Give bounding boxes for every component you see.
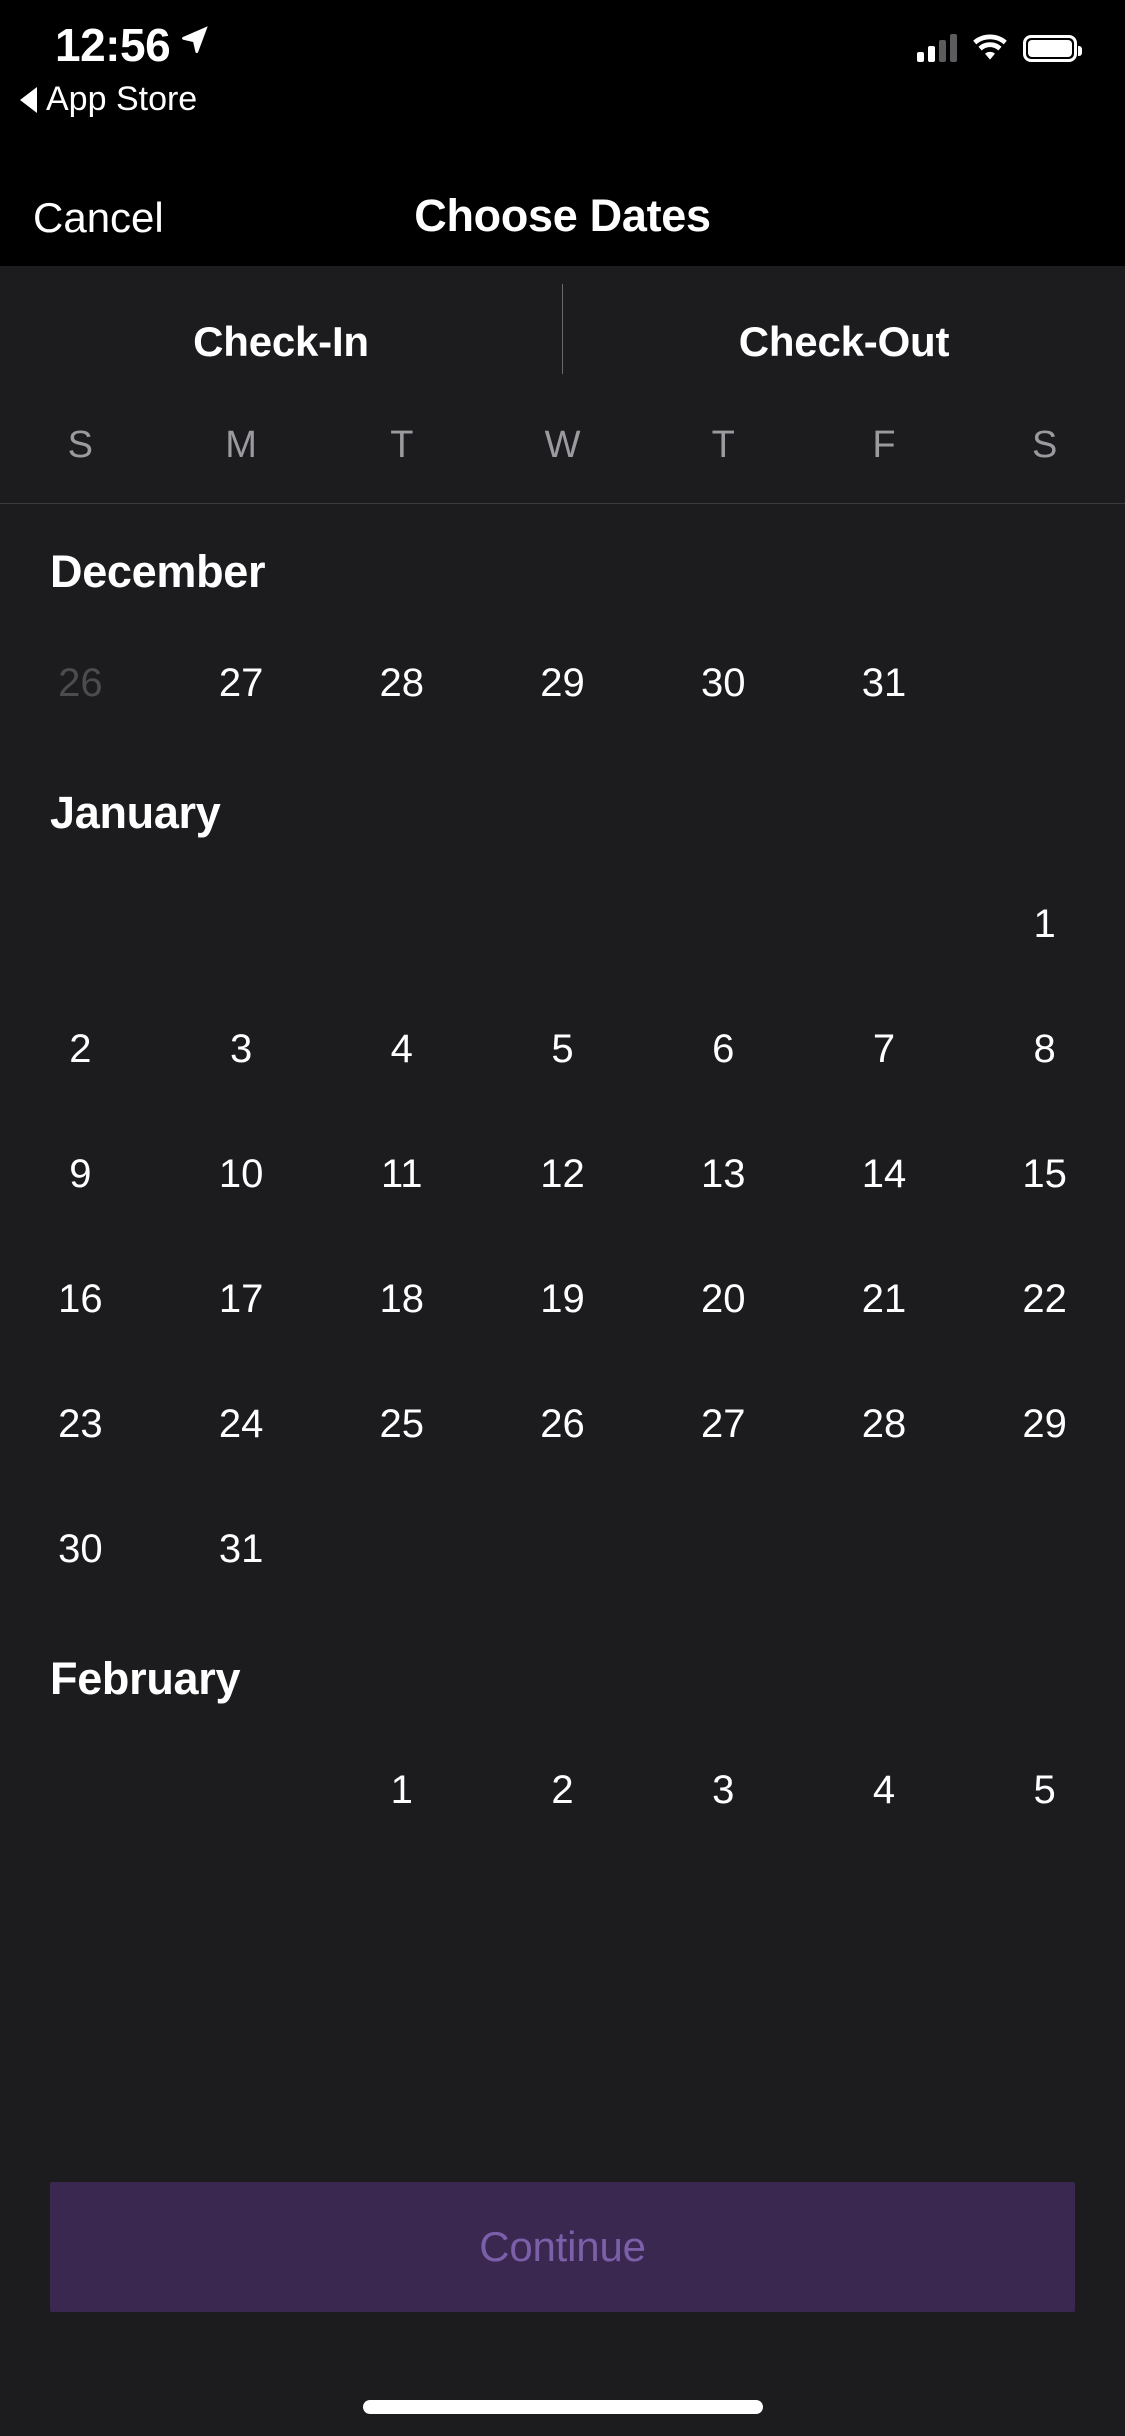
day-cell[interactable]: 1 [964,904,1125,944]
day-cell[interactable]: 22 [964,1279,1125,1319]
day-cell[interactable]: 9 [0,1154,161,1194]
week-row: 16 17 18 19 20 21 22 [0,1236,1125,1361]
day-cell[interactable]: 6 [643,1029,804,1069]
day-cell[interactable]: 8 [964,1029,1125,1069]
day-cell[interactable]: 3 [161,1029,322,1069]
day-cell[interactable]: 19 [482,1279,643,1319]
day-cell[interactable]: 18 [321,1279,482,1319]
month-section: January 1 2 3 4 5 6 7 8 9 10 11 12 13 14 15 16 17 18 19 20 21… [0,745,1125,1611]
day-cell[interactable]: 28 [804,1404,965,1444]
back-link-label: App Store [46,80,198,118]
continue-button[interactable]: Continue [50,2182,1075,2312]
cellular-bars-icon [917,34,957,62]
weekday-label: F [872,424,896,466]
day-cell[interactable]: 4 [321,1029,482,1069]
app-screen: 12:56 App Store Cancel Choose Dates Chec… [0,0,1125,2436]
back-triangle-icon [20,86,37,113]
day-cell[interactable]: 17 [161,1279,322,1319]
month-title: December [50,546,266,597]
calendar-scroll-area[interactable]: December 26 27 28 29 30 31 January 1 2 3 4 5 6 7 8 9 10 11… [0,504,1125,2134]
day-cell[interactable]: 7 [804,1029,965,1069]
weekday-label: W [544,424,581,466]
status-bar: 12:56 App Store [0,0,1125,170]
location-arrow-icon [178,22,212,56]
day-cell[interactable]: 15 [964,1154,1125,1194]
week-row: 2345678 [0,986,1125,1111]
day-cell[interactable]: 10 [161,1154,322,1194]
home-indicator [362,2400,763,2414]
status-time: 12:56 [55,19,171,71]
day-cell[interactable]: 30 [643,663,804,703]
day-cell[interactable]: 3 [643,1770,804,1810]
day-cell[interactable]: 1 [321,1770,482,1810]
day-cell[interactable]: 31 [161,1529,322,1569]
weekday-label: M [225,424,257,466]
day-cell[interactable]: 24 [161,1404,322,1444]
day-cell[interactable]: 27 [643,1404,804,1444]
month-title: January [50,787,221,838]
day-cell[interactable]: 2 [482,1770,643,1810]
day-cell[interactable]: 28 [321,663,482,703]
month-section: December 26 27 28 29 30 31 [0,504,1125,745]
page-title: Choose Dates [414,190,711,241]
date-mode-tabs: Check-In Check-Out [0,266,1125,388]
week-row: 9 10 11 12 13 14 15 [0,1111,1125,1236]
day-cell[interactable]: 30 [0,1529,161,1569]
week-row: 12345 [0,1727,1125,1852]
month-section: February 1 2 3 4 5 [0,1611,1125,1852]
day-cell[interactable]: 26 [482,1404,643,1444]
tab-check-out[interactable]: Check-Out [563,318,1125,366]
status-indicators [917,28,1082,62]
week-row: 1 [0,861,1125,986]
wifi-icon [971,34,1009,62]
weekday-label: T [390,424,414,466]
day-cell[interactable]: 2 [0,1029,161,1069]
weekday-header: S M T W T F S [0,388,1125,503]
day-cell[interactable]: 12 [482,1154,643,1194]
day-cell[interactable]: 14 [804,1154,965,1194]
day-cell[interactable]: 29 [964,1404,1125,1444]
day-cell: 26 [58,660,103,705]
month-title: February [50,1653,241,1704]
day-cell[interactable]: 29 [482,663,643,703]
day-cell[interactable]: 31 [804,663,965,703]
day-cell[interactable]: 11 [321,1154,482,1194]
week-row: 26 27 28 29 30 31 [0,620,1125,745]
week-row: 23 24 25 26 27 28 29 [0,1361,1125,1486]
footer: Continue [0,2134,1125,2436]
day-cell[interactable]: 23 [0,1404,161,1444]
tab-check-in[interactable]: Check-In [0,318,562,366]
day-cell[interactable]: 27 [161,663,322,703]
weekday-label: T [711,424,735,466]
day-cell[interactable]: 5 [964,1770,1125,1810]
nav-bar: Cancel Choose Dates [0,170,1125,266]
back-to-app-store-link[interactable]: App Store [20,80,197,119]
weekday-label: S [67,424,94,466]
day-cell[interactable]: 25 [321,1404,482,1444]
battery-full-icon [1023,35,1082,62]
weekday-label: S [1031,424,1058,466]
day-cell[interactable]: 21 [804,1279,965,1319]
day-cell[interactable]: 16 [0,1279,161,1319]
day-cell[interactable]: 5 [482,1029,643,1069]
day-cell[interactable]: 4 [804,1770,965,1810]
week-row: 30 31 [0,1486,1125,1611]
continue-button-label: Continue [479,2223,646,2270]
day-cell[interactable]: 13 [643,1154,804,1194]
day-cell[interactable]: 20 [643,1279,804,1319]
